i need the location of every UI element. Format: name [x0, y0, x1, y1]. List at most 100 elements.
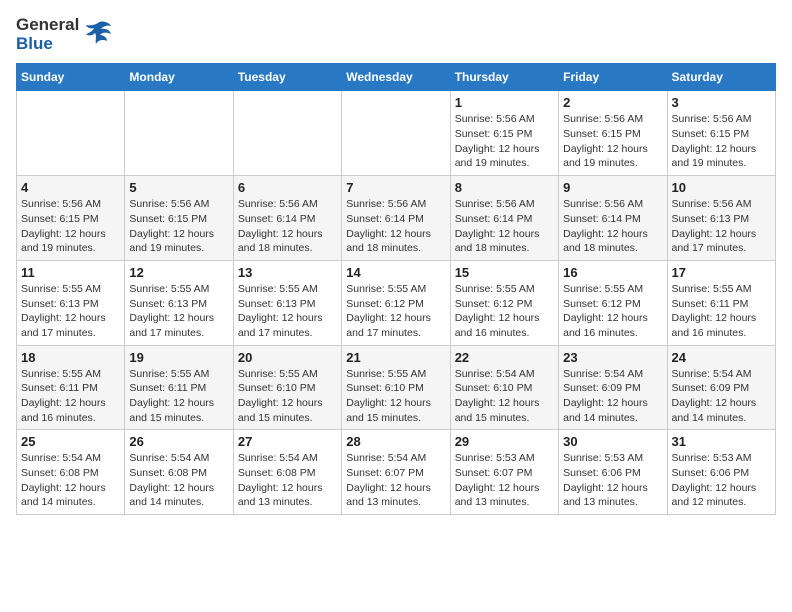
logo: General Blue — [16, 16, 113, 53]
day-info: Sunrise: 5:56 AM Sunset: 6:15 PM Dayligh… — [563, 112, 662, 171]
day-number: 20 — [238, 350, 337, 365]
day-info: Sunrise: 5:56 AM Sunset: 6:13 PM Dayligh… — [672, 197, 771, 256]
day-info: Sunrise: 5:56 AM Sunset: 6:14 PM Dayligh… — [346, 197, 445, 256]
day-info: Sunrise: 5:54 AM Sunset: 6:09 PM Dayligh… — [563, 367, 662, 426]
day-number: 30 — [563, 434, 662, 449]
calendar-week-row: 25Sunrise: 5:54 AM Sunset: 6:08 PM Dayli… — [17, 430, 776, 515]
day-number: 2 — [563, 95, 662, 110]
day-info: Sunrise: 5:54 AM Sunset: 6:09 PM Dayligh… — [672, 367, 771, 426]
day-info: Sunrise: 5:55 AM Sunset: 6:10 PM Dayligh… — [238, 367, 337, 426]
calendar-cell: 23 Sunrise: 5:54 AM Sunset: 6:09 PM Dayli… — [559, 345, 667, 430]
calendar-cell: 29 Sunrise: 5:53 AM Sunset: 6:07 PM Dayli… — [450, 430, 558, 515]
day-info: Sunrise: 5:55 AM Sunset: 6:12 PM Dayligh… — [563, 282, 662, 341]
logo-general: General — [16, 16, 79, 35]
calendar-cell — [17, 91, 125, 176]
calendar-cell: 11Sunrise: 5:55 AM Sunset: 6:13 PM Dayli… — [17, 260, 125, 345]
calendar-cell: 8Sunrise: 5:56 AM Sunset: 6:14 PM Daylig… — [450, 176, 558, 261]
day-info: Sunrise: 5:55 AM Sunset: 6:11 PM Dayligh… — [21, 367, 120, 426]
day-number: 26 — [129, 434, 228, 449]
weekday-header: Wednesday — [342, 64, 450, 91]
day-info: Sunrise: 5:54 AM Sunset: 6:08 PM Dayligh… — [238, 451, 337, 510]
day-info: Sunrise: 5:54 AM Sunset: 6:08 PM Dayligh… — [21, 451, 120, 510]
day-info: Sunrise: 5:55 AM Sunset: 6:11 PM Dayligh… — [129, 367, 228, 426]
calendar-cell: 25Sunrise: 5:54 AM Sunset: 6:08 PM Dayli… — [17, 430, 125, 515]
day-info: Sunrise: 5:55 AM Sunset: 6:13 PM Dayligh… — [238, 282, 337, 341]
day-number: 6 — [238, 180, 337, 195]
calendar-cell — [233, 91, 341, 176]
calendar-cell: 5Sunrise: 5:56 AM Sunset: 6:15 PM Daylig… — [125, 176, 233, 261]
day-number: 14 — [346, 265, 445, 280]
day-number: 17 — [672, 265, 771, 280]
day-number: 1 — [455, 95, 554, 110]
calendar-cell: 3 Sunrise: 5:56 AM Sunset: 6:15 PM Daylig… — [667, 91, 775, 176]
calendar-week-row: 18 Sunrise: 5:55 AM Sunset: 6:11 PM Dayli… — [17, 345, 776, 430]
calendar-week-row: 1 Sunrise: 5:56 AM Sunset: 6:15 PM Daylig… — [17, 91, 776, 176]
calendar-cell: 14 Sunrise: 5:55 AM Sunset: 6:12 PM Dayli… — [342, 260, 450, 345]
day-number: 28 — [346, 434, 445, 449]
day-info: Sunrise: 5:56 AM Sunset: 6:14 PM Dayligh… — [563, 197, 662, 256]
day-number: 22 — [455, 350, 554, 365]
calendar-cell: 16 Sunrise: 5:55 AM Sunset: 6:12 PM Dayli… — [559, 260, 667, 345]
day-info: Sunrise: 5:55 AM Sunset: 6:10 PM Dayligh… — [346, 367, 445, 426]
calendar-cell: 21Sunrise: 5:55 AM Sunset: 6:10 PM Dayli… — [342, 345, 450, 430]
calendar-cell — [342, 91, 450, 176]
day-info: Sunrise: 5:56 AM Sunset: 6:15 PM Dayligh… — [129, 197, 228, 256]
calendar-cell: 10 Sunrise: 5:56 AM Sunset: 6:13 PM Dayli… — [667, 176, 775, 261]
day-info: Sunrise: 5:55 AM Sunset: 6:13 PM Dayligh… — [129, 282, 228, 341]
calendar-cell: 20 Sunrise: 5:55 AM Sunset: 6:10 PM Dayli… — [233, 345, 341, 430]
day-number: 8 — [455, 180, 554, 195]
day-number: 27 — [238, 434, 337, 449]
day-info: Sunrise: 5:53 AM Sunset: 6:07 PM Dayligh… — [455, 451, 554, 510]
weekday-header: Saturday — [667, 64, 775, 91]
calendar-cell: 7Sunrise: 5:56 AM Sunset: 6:14 PM Daylig… — [342, 176, 450, 261]
day-number: 3 — [672, 95, 771, 110]
logo-bird-icon — [83, 18, 113, 48]
calendar-cell: 27 Sunrise: 5:54 AM Sunset: 6:08 PM Dayli… — [233, 430, 341, 515]
calendar-week-row: 11Sunrise: 5:55 AM Sunset: 6:13 PM Dayli… — [17, 260, 776, 345]
calendar-cell: 24Sunrise: 5:54 AM Sunset: 6:09 PM Dayli… — [667, 345, 775, 430]
day-number: 15 — [455, 265, 554, 280]
calendar-cell: 15 Sunrise: 5:55 AM Sunset: 6:12 PM Dayli… — [450, 260, 558, 345]
day-info: Sunrise: 5:54 AM Sunset: 6:07 PM Dayligh… — [346, 451, 445, 510]
calendar-week-row: 4 Sunrise: 5:56 AM Sunset: 6:15 PM Daylig… — [17, 176, 776, 261]
day-number: 4 — [21, 180, 120, 195]
calendar-cell: 1 Sunrise: 5:56 AM Sunset: 6:15 PM Daylig… — [450, 91, 558, 176]
calendar-cell: 26 Sunrise: 5:54 AM Sunset: 6:08 PM Dayli… — [125, 430, 233, 515]
calendar: SundayMondayTuesdayWednesdayThursdayFrid… — [16, 63, 776, 515]
day-info: Sunrise: 5:56 AM Sunset: 6:15 PM Dayligh… — [672, 112, 771, 171]
day-number: 18 — [21, 350, 120, 365]
day-info: Sunrise: 5:55 AM Sunset: 6:12 PM Dayligh… — [346, 282, 445, 341]
calendar-cell: 9Sunrise: 5:56 AM Sunset: 6:14 PM Daylig… — [559, 176, 667, 261]
weekday-header: Friday — [559, 64, 667, 91]
calendar-cell: 18 Sunrise: 5:55 AM Sunset: 6:11 PM Dayli… — [17, 345, 125, 430]
weekday-header: Monday — [125, 64, 233, 91]
day-info: Sunrise: 5:56 AM Sunset: 6:15 PM Dayligh… — [455, 112, 554, 171]
day-number: 13 — [238, 265, 337, 280]
calendar-header-row: SundayMondayTuesdayWednesdayThursdayFrid… — [17, 64, 776, 91]
day-info: Sunrise: 5:53 AM Sunset: 6:06 PM Dayligh… — [563, 451, 662, 510]
header: General Blue — [16, 16, 776, 53]
day-number: 29 — [455, 434, 554, 449]
weekday-header: Sunday — [17, 64, 125, 91]
day-number: 12 — [129, 265, 228, 280]
calendar-cell: 22 Sunrise: 5:54 AM Sunset: 6:10 PM Dayli… — [450, 345, 558, 430]
calendar-cell: 19 Sunrise: 5:55 AM Sunset: 6:11 PM Dayli… — [125, 345, 233, 430]
day-number: 23 — [563, 350, 662, 365]
day-info: Sunrise: 5:55 AM Sunset: 6:11 PM Dayligh… — [672, 282, 771, 341]
day-number: 16 — [563, 265, 662, 280]
day-number: 31 — [672, 434, 771, 449]
day-info: Sunrise: 5:54 AM Sunset: 6:10 PM Dayligh… — [455, 367, 554, 426]
weekday-header: Thursday — [450, 64, 558, 91]
day-info: Sunrise: 5:54 AM Sunset: 6:08 PM Dayligh… — [129, 451, 228, 510]
calendar-cell: 17 Sunrise: 5:55 AM Sunset: 6:11 PM Dayli… — [667, 260, 775, 345]
calendar-cell: 6 Sunrise: 5:56 AM Sunset: 6:14 PM Daylig… — [233, 176, 341, 261]
calendar-cell: 31Sunrise: 5:53 AM Sunset: 6:06 PM Dayli… — [667, 430, 775, 515]
day-info: Sunrise: 5:55 AM Sunset: 6:13 PM Dayligh… — [21, 282, 120, 341]
calendar-cell: 28 Sunrise: 5:54 AM Sunset: 6:07 PM Dayli… — [342, 430, 450, 515]
day-number: 19 — [129, 350, 228, 365]
calendar-cell: 2 Sunrise: 5:56 AM Sunset: 6:15 PM Daylig… — [559, 91, 667, 176]
day-info: Sunrise: 5:56 AM Sunset: 6:14 PM Dayligh… — [238, 197, 337, 256]
day-info: Sunrise: 5:56 AM Sunset: 6:15 PM Dayligh… — [21, 197, 120, 256]
day-number: 10 — [672, 180, 771, 195]
day-info: Sunrise: 5:55 AM Sunset: 6:12 PM Dayligh… — [455, 282, 554, 341]
